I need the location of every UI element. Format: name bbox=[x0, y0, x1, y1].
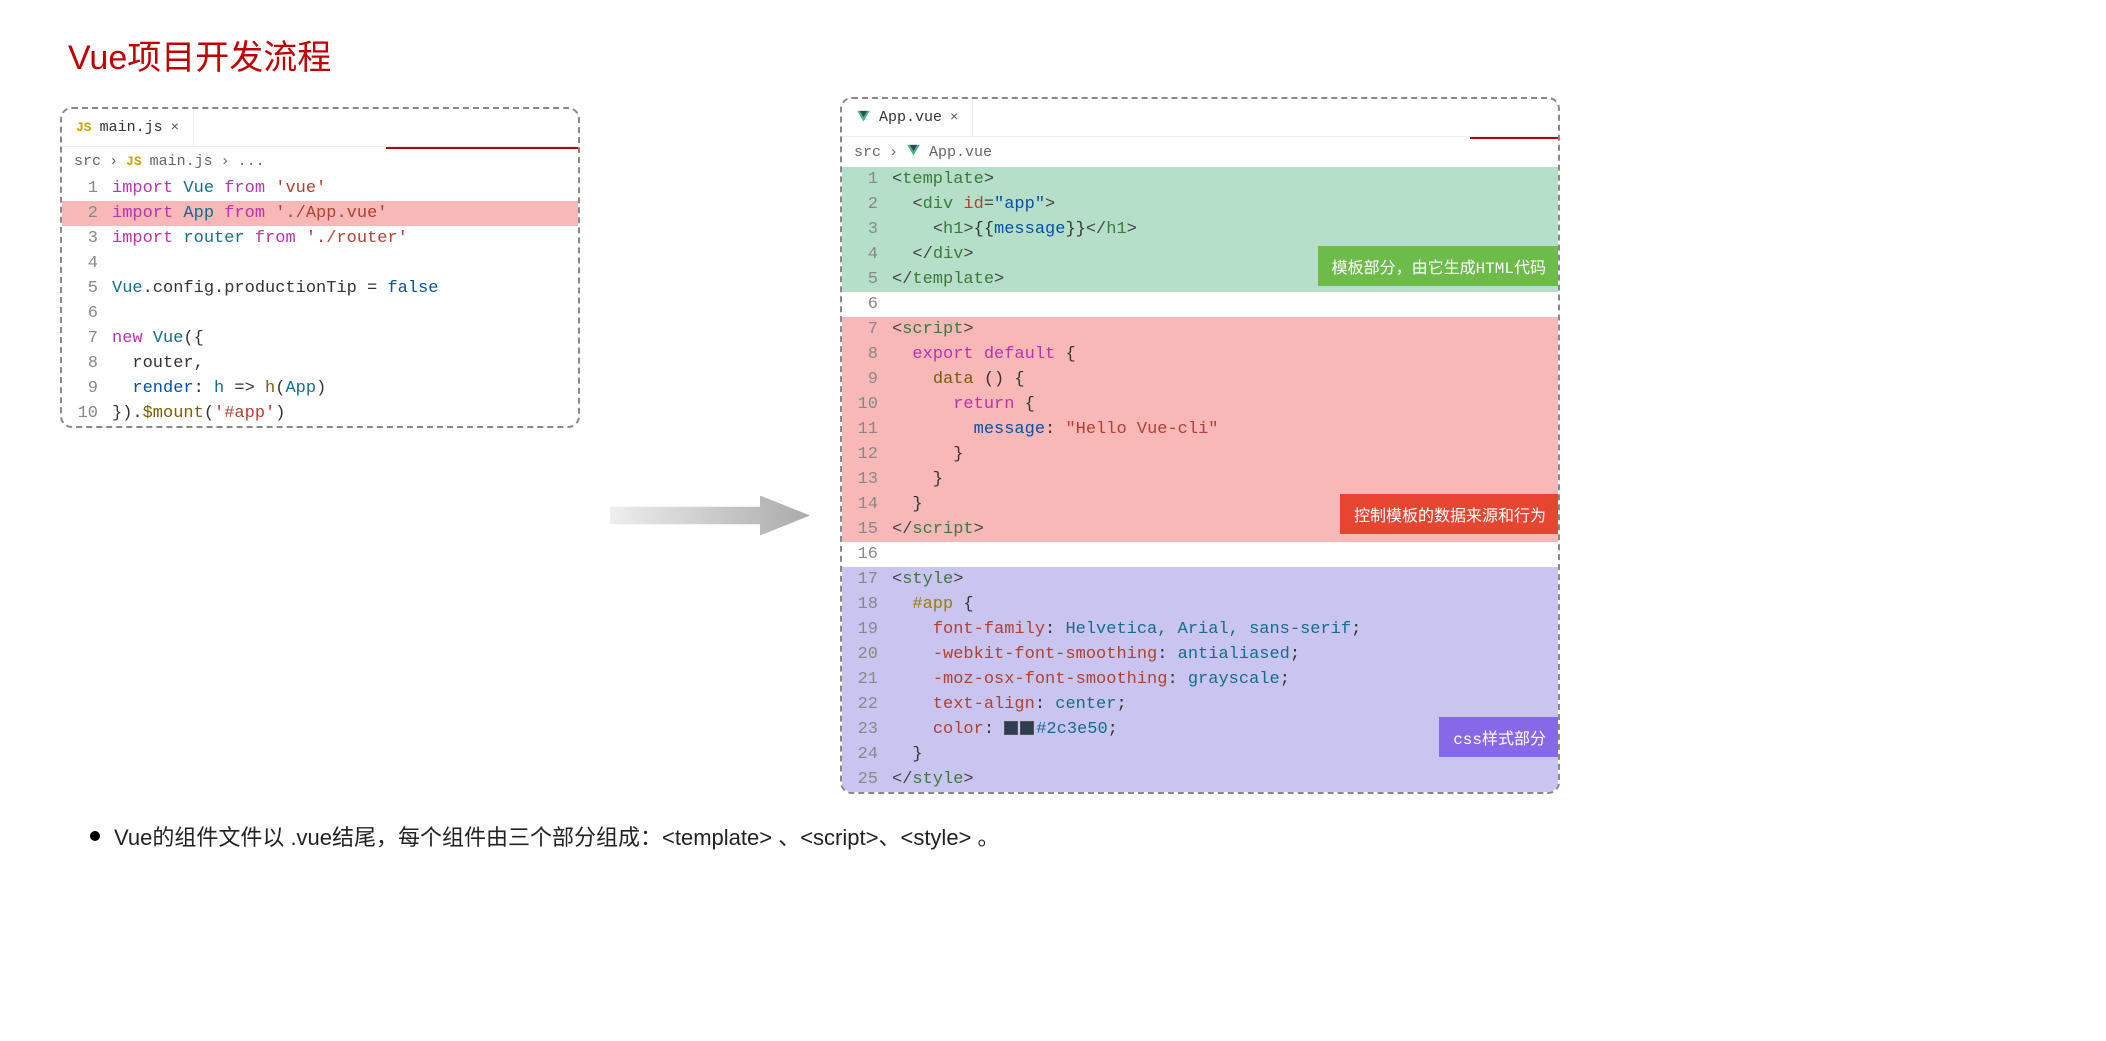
js-icon: JS bbox=[76, 120, 92, 135]
vue-icon bbox=[856, 109, 871, 127]
template-label: 模板部分，由它生成HTML代码 bbox=[1318, 246, 1560, 286]
appvue-panel: 根组件 模板部分，由它生成HTML代码 控制模板的数据来源和行为 css样式部分… bbox=[840, 97, 1560, 794]
script-label: 控制模板的数据来源和行为 bbox=[1340, 494, 1560, 534]
mainjs-code: 1import Vue from 'vue'2import App from '… bbox=[62, 176, 578, 426]
appvue-breadcrumb: src› App.vue bbox=[842, 137, 1558, 167]
arrow-icon bbox=[610, 496, 810, 536]
mainjs-tab[interactable]: JS main.js × bbox=[62, 109, 194, 146]
close-icon[interactable]: × bbox=[171, 120, 179, 136]
appvue-tab[interactable]: App.vue × bbox=[842, 99, 973, 136]
page-title: Vue项目开发流程 bbox=[68, 30, 2046, 79]
js-icon: JS bbox=[126, 154, 142, 169]
tab-label: main.js bbox=[100, 119, 163, 136]
mainjs-breadcrumb: src› JS main.js› ... bbox=[62, 147, 578, 176]
mainjs-panel: 入口文件 main.js JS main.js × src› JS main.j… bbox=[60, 107, 580, 428]
close-icon[interactable]: × bbox=[950, 110, 958, 126]
tab-label: App.vue bbox=[879, 109, 942, 126]
style-label: css样式部分 bbox=[1439, 717, 1560, 757]
bullet-icon bbox=[90, 831, 100, 841]
vue-icon bbox=[906, 143, 921, 161]
bullet-note: Vue的组件文件以 .vue结尾，每个组件由三个部分组成：<template> … bbox=[60, 820, 2046, 852]
